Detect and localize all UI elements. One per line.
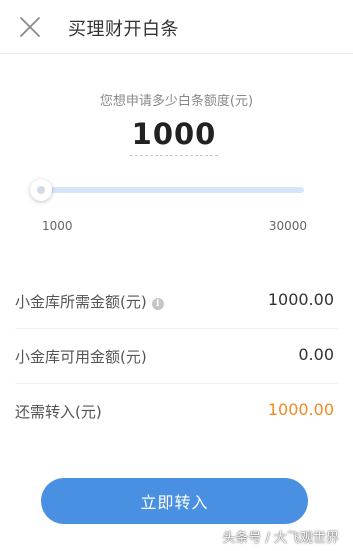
slider-thumb[interactable] <box>30 179 52 201</box>
row-label: 还需转入(元) <box>15 403 102 421</box>
slider-min-label: 1000 <box>42 219 73 233</box>
top-bar: 买理财开白条 <box>0 0 353 54</box>
transfer-now-button[interactable]: 立即转入 <box>41 478 308 524</box>
row-label: 小金库所需金额(元) <box>15 293 147 311</box>
slider-track <box>41 187 304 193</box>
close-button[interactable] <box>10 7 50 47</box>
amount-prompt: 您想申请多少白条额度(元) <box>99 94 254 109</box>
row-label-wrapper: 小金库所需金额(元) i <box>15 291 164 312</box>
watermark-text: 头条号 / 大飞观世界 <box>222 531 339 546</box>
row-required-amount: 小金库所需金额(元) i 1000.00 <box>15 274 338 329</box>
slider-max-label: 30000 <box>268 219 307 233</box>
info-icon[interactable]: i <box>151 298 164 310</box>
row-label: 小金库可用金额(元) <box>15 348 147 366</box>
row-value: 0.00 <box>298 345 334 364</box>
row-transfer-needed: 还需转入(元) 1000.00 <box>15 384 338 439</box>
page-title: 买理财开白条 <box>68 19 179 40</box>
close-icon <box>20 17 40 37</box>
row-value-highlight: 1000.00 <box>267 400 334 419</box>
row-available-amount: 小金库可用金额(元) 0.00 <box>15 329 338 384</box>
amount-input[interactable] <box>130 112 218 156</box>
amount-slider[interactable] <box>30 178 308 202</box>
row-value: 1000.00 <box>267 290 334 309</box>
